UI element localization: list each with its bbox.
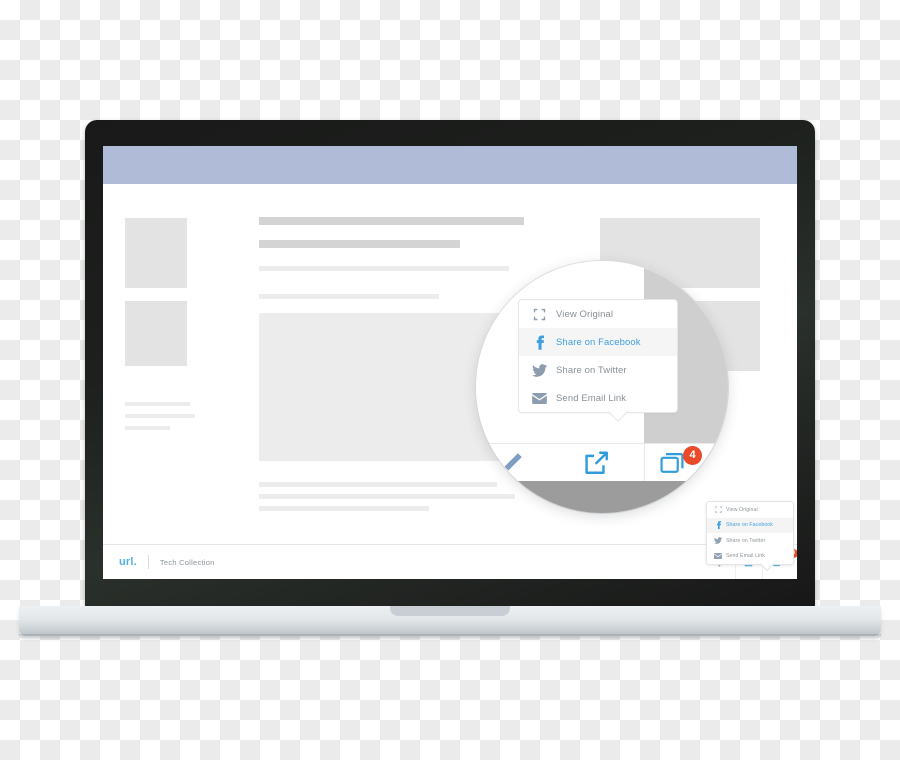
laptop-base-shadow	[19, 634, 881, 640]
menu-item-send-email-magnified[interactable]: Send Email Link	[519, 384, 677, 412]
lens-bottom-shade	[476, 481, 728, 513]
menu-item-view-original-magnified[interactable]: View Original	[519, 300, 677, 328]
menu-item-label: View Original	[726, 506, 758, 513]
placeholder-text-left-2	[125, 414, 195, 418]
collection-title: Tech Collection	[159, 557, 215, 567]
twitter-icon	[713, 537, 723, 545]
envelope-icon	[529, 392, 549, 404]
placeholder-subline-2	[259, 294, 439, 299]
brand-divider	[147, 555, 149, 569]
menu-item-label: Share on Twitter	[556, 364, 627, 376]
placeholder-headline-2	[259, 240, 460, 248]
share-menu-magnified[interactable]: View Original Share on Facebook Share on…	[518, 299, 678, 422]
expand-icon	[529, 308, 549, 321]
envelope-icon	[713, 553, 723, 560]
menu-item-label: Share on Twitter	[726, 537, 766, 544]
twitter-icon	[529, 363, 549, 377]
placeholder-headline-1	[259, 217, 524, 225]
menu-item-send-email[interactable]: Send Email Link	[707, 549, 793, 565]
menu-item-share-twitter-magnified[interactable]: Share on Twitter	[519, 356, 677, 384]
menu-item-label: Send Email Link	[556, 392, 627, 404]
share-button-magnified[interactable]	[548, 450, 644, 476]
placeholder-body-3	[259, 506, 429, 511]
laptop-base-notch	[390, 606, 510, 616]
brand-logo[interactable]: url.	[119, 556, 137, 568]
menu-item-label: Share on Facebook	[556, 336, 641, 348]
placeholder-text-left-3	[125, 426, 170, 430]
canvas: View Original Share on Facebook Share on…	[0, 0, 900, 760]
share-icon	[585, 451, 608, 474]
collection-button-magnified[interactable]: 4	[644, 446, 704, 475]
placeholder-image-left-1	[125, 218, 187, 288]
menu-item-label: Share on Facebook	[726, 522, 773, 529]
lens-action-group: 4	[476, 444, 728, 481]
magnified-detail-lens: View Original Share on Facebook Share on…	[476, 261, 728, 513]
menu-item-share-facebook[interactable]: Share on Facebook	[707, 517, 793, 533]
placeholder-subline-1	[259, 266, 509, 271]
placeholder-text-left-1	[125, 402, 190, 406]
menu-item-share-twitter[interactable]: Share on Twitter	[707, 533, 793, 549]
pencil-icon	[501, 452, 522, 473]
page-header-bar	[103, 146, 797, 184]
menu-item-label: View Original	[556, 308, 614, 320]
collection-badge-magnified: 4	[683, 446, 702, 465]
placeholder-body-1	[259, 482, 497, 487]
menu-item-share-facebook-magnified[interactable]: Share on Facebook	[519, 328, 677, 356]
menu-item-label: Send Email Link	[726, 553, 765, 560]
facebook-icon	[529, 334, 549, 350]
edit-button-magnified[interactable]	[476, 452, 548, 474]
facebook-icon	[713, 521, 723, 530]
placeholder-image-left-2	[125, 301, 187, 366]
page-footer-bar: url. Tech Collection	[103, 544, 797, 579]
